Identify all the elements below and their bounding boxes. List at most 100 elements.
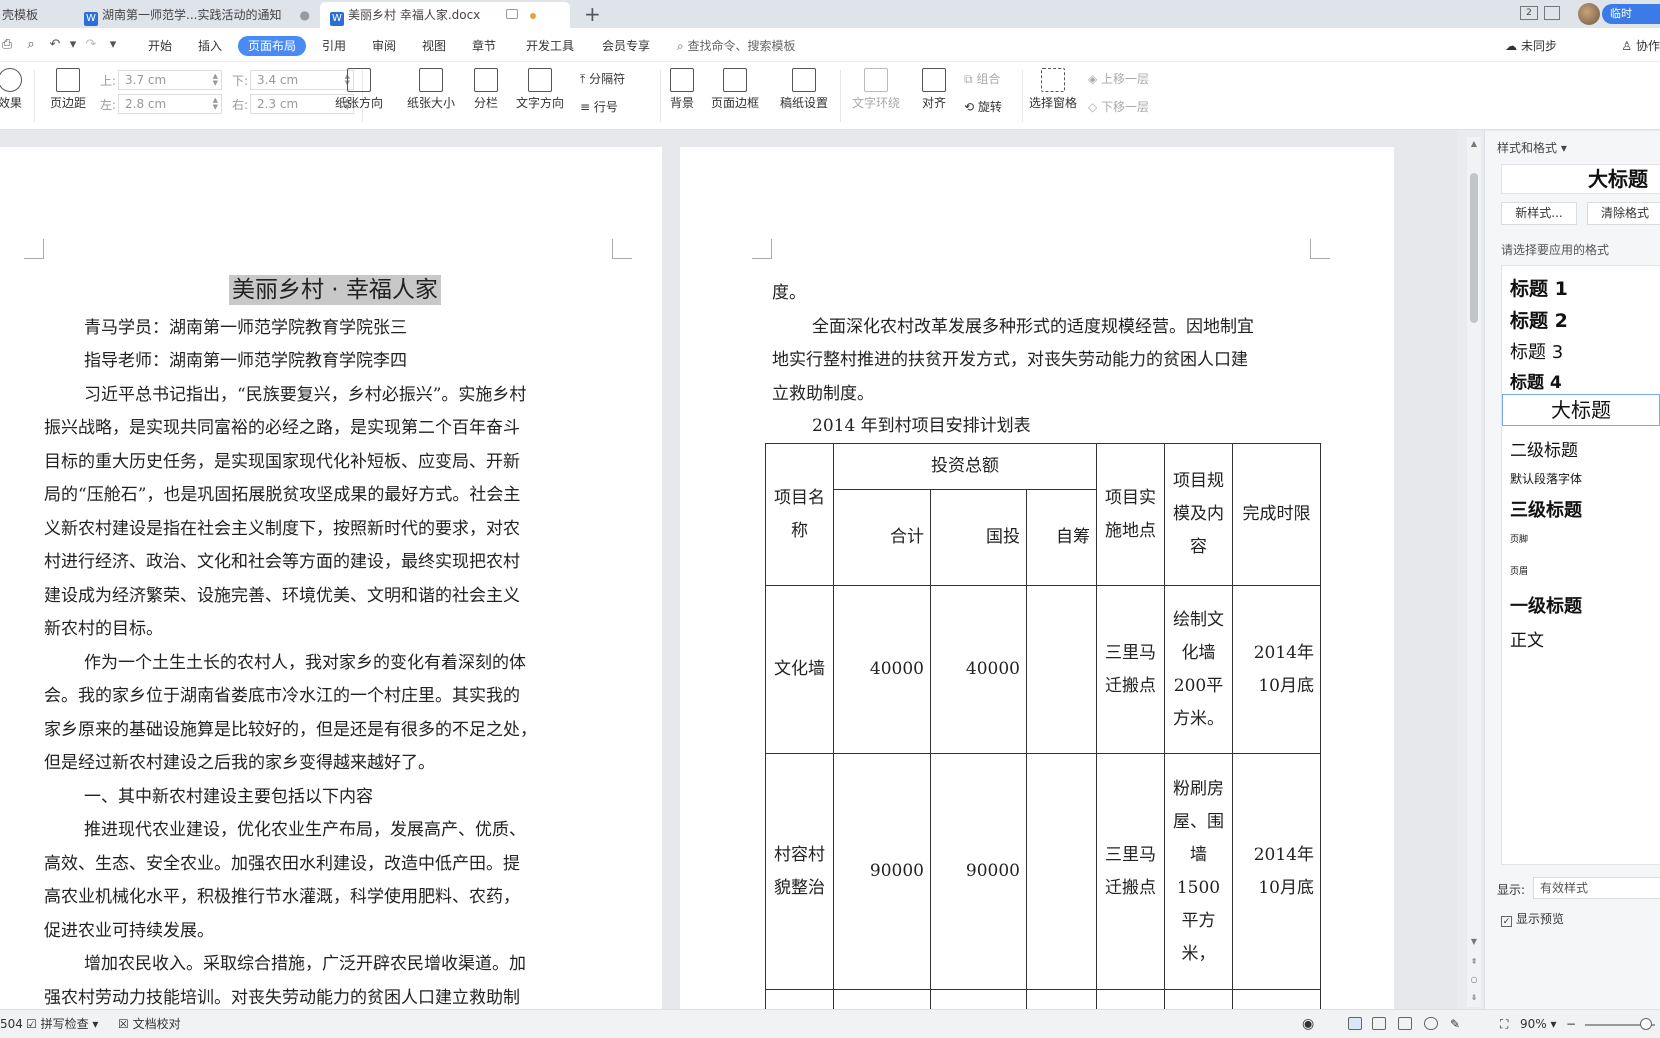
reading-view-icon[interactable] bbox=[1398, 1017, 1412, 1030]
scrollbar-thumb[interactable] bbox=[1470, 173, 1478, 323]
paragraph-line[interactable]: 度。 bbox=[772, 283, 806, 303]
zoom-level-dropdown[interactable]: 90% ▾ bbox=[1520, 1016, 1557, 1032]
cell-deadline[interactable]: 2014年10月底 bbox=[1232, 585, 1321, 754]
paragraph-line[interactable]: 新农村的目标。 bbox=[44, 619, 163, 639]
header-scale[interactable]: 项目规模及内容 bbox=[1164, 443, 1233, 586]
paragraph-line[interactable]: 义新农村建设是指在社会主义制度下，按照新时代的要求，对农 bbox=[44, 519, 520, 539]
page-border-button[interactable]: 页面边框 bbox=[708, 68, 762, 110]
fit-page-icon[interactable]: ⛶ bbox=[1500, 1016, 1508, 1032]
header-deadline[interactable]: 完成时限 bbox=[1232, 443, 1321, 586]
cell-deadline[interactable]: 2014年10月底 bbox=[1232, 753, 1321, 990]
cell-project[interactable]: 塑 bbox=[765, 989, 834, 1009]
write-mode-icon[interactable]: ✎ bbox=[1450, 1016, 1460, 1032]
styles-list[interactable]: 标题 1 标题 2 标题 3 标题 4 大标题 二级标题 默认段落字体 三级标题… bbox=[1501, 265, 1660, 865]
text-wrap-button[interactable]: 文字环绕 bbox=[846, 68, 906, 110]
paragraph-line[interactable]: 指导老师：湖南第一师范学院教育学院李四 bbox=[84, 351, 407, 371]
style-level1-title[interactable]: 一级标题 bbox=[1510, 592, 1582, 618]
page-view-icon[interactable] bbox=[1348, 1017, 1362, 1030]
window-pin-icon[interactable] bbox=[506, 9, 518, 19]
document-page-1[interactable]: 美丽乡村 · 幸福人家 青马学员：湖南第一师范学院教育学院张三 指导老师：湖南第… bbox=[0, 147, 662, 1009]
style-big-title[interactable]: 大标题 bbox=[1502, 394, 1660, 426]
login-button[interactable]: 临时 bbox=[1602, 4, 1660, 24]
window-mode-icon[interactable] bbox=[1544, 6, 1560, 20]
selection-pane-button[interactable]: 选择窗格 bbox=[1026, 68, 1080, 110]
next-page-icon[interactable]: ⇟ bbox=[1469, 993, 1479, 1002]
web-view-icon[interactable] bbox=[1424, 1017, 1438, 1030]
page-number-indicator[interactable]: 504 bbox=[0, 1016, 23, 1032]
tab-notice-doc[interactable]: W 湖南第一师范学...实践活动的通知 ● bbox=[74, 2, 318, 28]
zoom-slider-knob[interactable] bbox=[1640, 1018, 1652, 1030]
cell-self[interactable] bbox=[1026, 585, 1097, 754]
spinner-icon[interactable]: ▲ ▼ bbox=[213, 73, 218, 87]
scroll-down-icon[interactable]: ▼ bbox=[1469, 937, 1479, 946]
collaborate-button[interactable]: ♙ 协作 bbox=[1621, 36, 1660, 56]
cell-self[interactable] bbox=[1026, 753, 1097, 990]
document-canvas[interactable]: 美丽乡村 · 幸福人家 青马学员：湖南第一师范学院教育学院张三 指导老师：湖南第… bbox=[0, 131, 1457, 1009]
paragraph-line[interactable]: 村进行经济、政治、文化和社会等方面的建设，最终实现把农村 bbox=[44, 552, 520, 572]
spinner-icon[interactable]: ▲ ▼ bbox=[213, 97, 218, 111]
style-body-text[interactable]: 正文 bbox=[1510, 626, 1544, 651]
paper-size-button[interactable]: 纸张大小 bbox=[398, 68, 464, 110]
background-button[interactable]: 背景 bbox=[664, 68, 700, 110]
menu-insert[interactable]: 插入 bbox=[194, 36, 226, 56]
new-style-button[interactable]: 新样式... bbox=[1501, 202, 1577, 225]
style-heading-1[interactable]: 标题 1 bbox=[1510, 274, 1568, 301]
header-subtotal[interactable]: 合计 bbox=[833, 489, 931, 586]
undo-dropdown-icon[interactable]: ▾ bbox=[66, 38, 80, 52]
columns-button[interactable]: 分栏 bbox=[466, 68, 506, 110]
zoom-out-icon[interactable]: − bbox=[1566, 1016, 1576, 1032]
orientation-button[interactable]: 纸张方向 bbox=[326, 68, 392, 110]
sync-status-button[interactable]: ☁ 未同步 bbox=[1505, 36, 1557, 56]
cell-project[interactable]: 文化墙 bbox=[765, 585, 834, 754]
print-preview-icon[interactable]: ⌕ bbox=[24, 38, 38, 52]
cell-scale[interactable]: 绘制文化墙200平方米。 bbox=[1164, 585, 1233, 754]
style-footer[interactable]: 页脚 bbox=[1510, 532, 1528, 545]
paragraph-line[interactable]: 立救助制度。 bbox=[772, 384, 874, 404]
eye-protection-icon[interactable]: ◉ bbox=[1302, 1016, 1314, 1032]
paragraph-line[interactable]: 建设成为经济繁荣、设施完善、环境优美、文明和谐的社会主义 bbox=[44, 586, 520, 606]
avatar[interactable] bbox=[1578, 3, 1600, 25]
cell-total[interactable]: 40000 bbox=[833, 585, 931, 754]
table-row[interactable]: 塑 8000 8000 三 在 201 bbox=[765, 989, 1321, 1009]
current-style-box[interactable]: 大标题 bbox=[1501, 164, 1660, 194]
paragraph-line[interactable]: 目标的重大历史任务，是实现国家现代化补短板、应变局、开新 bbox=[44, 452, 520, 472]
cell-scale[interactable]: 粉刷房屋、围墙1500平方米， bbox=[1164, 753, 1233, 990]
style-level2-title[interactable]: 二级标题 bbox=[1510, 436, 1578, 461]
header-investment-total[interactable]: 投资总额 bbox=[833, 443, 1097, 490]
menu-view[interactable]: 视图 bbox=[418, 36, 450, 56]
cell-self[interactable] bbox=[1026, 989, 1097, 1009]
manuscript-settings-button[interactable]: 稿纸设置 bbox=[776, 68, 832, 110]
paragraph-line[interactable]: 增加农民收入。采取综合措施，广泛开辟农民增收渠道。加 bbox=[84, 954, 526, 974]
paragraph-line[interactable]: 全面深化农村改革发展多种形式的适度规模经营。因地制宜 bbox=[812, 317, 1254, 337]
checkbox-icon[interactable]: ✓ bbox=[1501, 916, 1512, 927]
margin-left-input[interactable]: 2.8 cm ▲ ▼ bbox=[118, 94, 222, 114]
header-national-investment[interactable]: 国投 bbox=[930, 489, 1027, 586]
clear-format-button[interactable]: 清除格式 bbox=[1587, 202, 1660, 225]
show-filter-select[interactable]: 有效样式 bbox=[1533, 877, 1660, 899]
new-tab-button[interactable]: + bbox=[584, 2, 601, 26]
command-search-input[interactable]: ⌕ 查找命令、搜索模板 bbox=[677, 36, 796, 56]
style-default-paragraph-font[interactable]: 默认段落字体 bbox=[1510, 470, 1582, 487]
paragraph-line[interactable]: 作为一个土生土长的农村人，我对家乡的变化有着深刻的体 bbox=[84, 653, 526, 673]
close-tab-icon[interactable]: ● bbox=[300, 2, 310, 28]
tab-active-doc[interactable]: W 美丽乡村 幸福人家.docx bbox=[320, 2, 570, 28]
cell-location[interactable]: 三里马迁搬点 bbox=[1096, 753, 1165, 990]
prev-page-icon[interactable]: ⇞ bbox=[1469, 957, 1479, 966]
project-plan-table[interactable]: 项目名称 投资总额 项目实施地点 项目规模及内容 完成时限 合计 国投 自筹 文… bbox=[765, 443, 1321, 1009]
spell-check-button[interactable]: ☑ 拼写检查 ▾ bbox=[26, 1016, 98, 1032]
cell-location[interactable]: 三里马迁搬点 bbox=[1096, 585, 1165, 754]
effects-button[interactable]: 效果 bbox=[0, 68, 26, 110]
paragraph-line[interactable]: 但是经过新农村建设之后我的家乡变得越来越好了。 bbox=[44, 753, 435, 773]
menu-references[interactable]: 引用 bbox=[318, 36, 350, 56]
show-preview-checkbox[interactable]: ✓ 显示预览 bbox=[1501, 910, 1564, 927]
cell-location[interactable]: 三 bbox=[1096, 989, 1165, 1009]
rotate-button[interactable]: ⟲ 旋转 bbox=[964, 98, 1002, 115]
cell-total[interactable]: 8000 bbox=[833, 989, 931, 1009]
cell-deadline[interactable]: 201 bbox=[1232, 989, 1321, 1009]
table-row[interactable]: 村容村貌整治 90000 90000 三里马迁搬点 粉刷房屋、围墙1500平方米… bbox=[765, 753, 1321, 990]
vertical-scrollbar[interactable]: ▲ ▼ ⇞ ○ ⇟ bbox=[1467, 137, 1481, 1007]
cell-national[interactable]: 8000 bbox=[930, 989, 1027, 1009]
paragraph-line[interactable]: 家乡原来的基础设施算是比较好的，但是还是有很多的不足之处， bbox=[44, 720, 537, 740]
breaks-button[interactable]: ⤒ 分隔符 bbox=[580, 70, 625, 87]
send-backward-button[interactable]: ◇ 下移一层 bbox=[1088, 98, 1149, 115]
